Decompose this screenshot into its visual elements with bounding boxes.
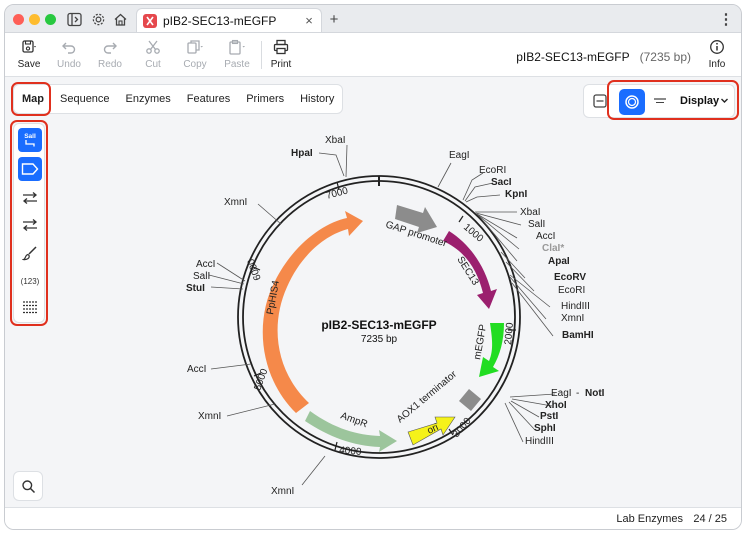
enzyme-xbai-1[interactable]: XbaI: [325, 135, 346, 146]
enzyme-xmni-1[interactable]: XmnI: [561, 313, 584, 324]
label-megfp: mEGFP: [472, 323, 489, 360]
status-bar: Lab Enzymes 24 / 25: [5, 507, 741, 529]
enzyme-saci[interactable]: SacI: [491, 177, 512, 188]
enzyme-psti[interactable]: PstI: [540, 411, 559, 422]
enzyme-kpni[interactable]: KpnI: [505, 189, 527, 200]
enzyme-xmni-4[interactable]: XmnI: [271, 486, 294, 497]
enzyme-sali-1[interactable]: SalI: [528, 219, 545, 230]
map-subtitle: 7235 bp: [361, 334, 398, 345]
enzyme-acci-1[interactable]: AccI: [536, 231, 555, 242]
label-ampr: AmpR: [339, 410, 369, 430]
enzyme-hindiii-1[interactable]: HindIII: [561, 301, 590, 312]
enzyme-xmni-2[interactable]: XmnI: [224, 197, 247, 208]
enzyme-noti[interactable]: NotI: [585, 388, 605, 399]
tick-label-7000: 7000: [325, 185, 350, 201]
tick-label-3000: 3000: [451, 415, 474, 439]
enzyme-acci-2[interactable]: AccI: [196, 259, 215, 270]
enzyme-set-selector[interactable]: Lab Enzymes: [616, 513, 683, 525]
feature-phis4[interactable]: [262, 211, 363, 413]
tick-label-1000: 1000: [461, 222, 485, 245]
enzyme-count: 24 / 25: [693, 513, 727, 525]
tick-label-5000: 5000: [252, 367, 270, 392]
enzyme-stui[interactable]: StuI: [186, 283, 205, 294]
enzyme-ecori-2[interactable]: EcoRI: [558, 285, 585, 296]
enzyme-sphi[interactable]: SphI: [534, 423, 556, 434]
backbone-inner-circle: [242, 180, 516, 454]
feature-aox1-terminator[interactable]: [459, 389, 481, 411]
enzyme-eagi-1[interactable]: EagI: [449, 150, 470, 161]
enzyme-xmni-3[interactable]: XmnI: [198, 411, 221, 422]
plasmid-map: 1000 2000 3000 4000 5000 6000 7000 GAP p…: [186, 135, 605, 497]
enzyme-ecori-1[interactable]: EcoRI: [479, 165, 506, 176]
enzyme-hindiii-2[interactable]: HindIII: [525, 436, 554, 447]
enzyme-clai[interactable]: ClaI*: [542, 243, 564, 254]
enzyme-apai[interactable]: ApaI: [548, 256, 570, 267]
app-window: pIB2-SEC13-mEGFP × + ⋮ Save Undo Redo Cu…: [4, 4, 742, 530]
enzyme-ecorv[interactable]: EcoRV: [554, 272, 586, 283]
enzyme-xbai-2[interactable]: XbaI: [520, 207, 541, 218]
backbone-outer-circle: [237, 175, 521, 459]
map-title: pIB2-SEC13-mEGFP: [321, 318, 436, 332]
enzyme-eagi-2[interactable]: EagI: [551, 388, 572, 399]
enzyme-dash: -: [576, 388, 579, 399]
enzyme-xhoi[interactable]: XhoI: [545, 400, 567, 411]
enzyme-bamhi[interactable]: BamHI: [562, 330, 594, 341]
enzyme-acci-3[interactable]: AccI: [187, 364, 206, 375]
tick-label-2000: 2000: [503, 322, 516, 346]
enzyme-sali-2[interactable]: SalI: [193, 271, 210, 282]
enzyme-hpai[interactable]: HpaI: [291, 148, 313, 159]
tick-label-4000: 4000: [339, 445, 363, 458]
